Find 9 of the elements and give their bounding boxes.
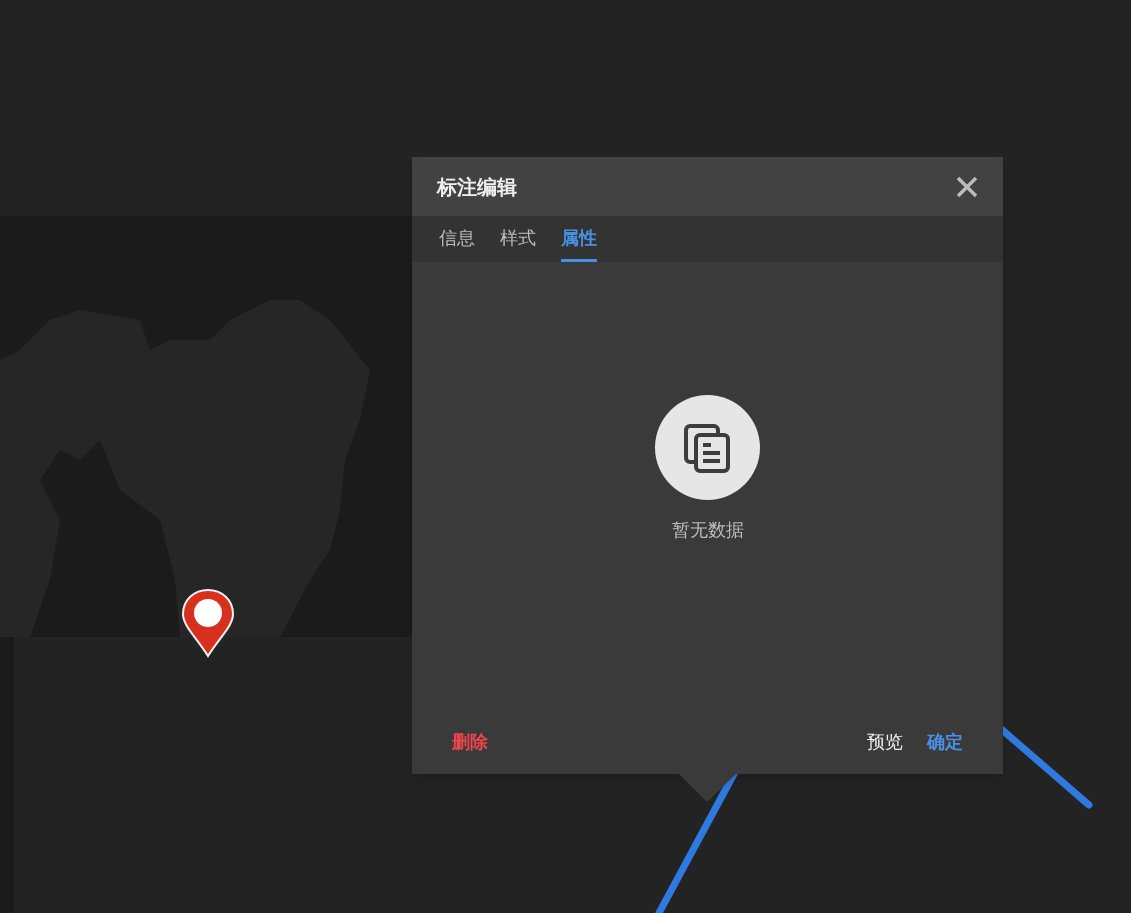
tab[interactable]: 信息 — [439, 216, 475, 262]
tab[interactable]: 属性 — [561, 216, 597, 262]
confirm-button[interactable]: 确定 — [927, 727, 963, 755]
close-icon[interactable] — [955, 174, 979, 199]
empty-message: 暂无数据 — [671, 518, 744, 542]
tab[interactable]: 样式 — [500, 216, 536, 262]
dialog-title: 标注编辑 — [437, 173, 517, 201]
preview-button[interactable]: 预览 — [867, 727, 903, 755]
map-pin-icon — [181, 588, 235, 658]
